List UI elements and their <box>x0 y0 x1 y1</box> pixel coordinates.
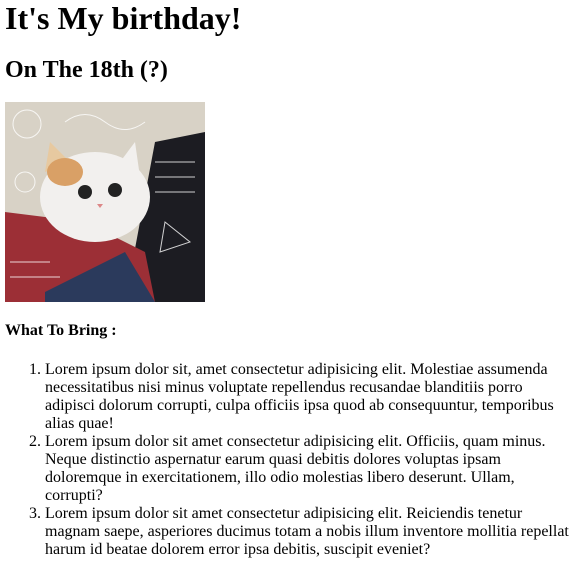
list-item: Lorem ipsum dolor sit amet consectetur a… <box>45 505 570 559</box>
what-to-bring-heading: What To Bring : <box>5 322 117 339</box>
bring-list: Lorem ipsum dolor sit, amet consectetur … <box>5 361 570 559</box>
cat-math-image <box>5 102 205 302</box>
list-item: Lorem ipsum dolor sit amet consectetur a… <box>45 433 570 505</box>
list-item: Lorem ipsum dolor sit, amet consectetur … <box>45 361 570 433</box>
page-subtitle: On The 18th (?) <box>5 57 168 83</box>
page-title: It's My birthday! <box>5 0 242 36</box>
